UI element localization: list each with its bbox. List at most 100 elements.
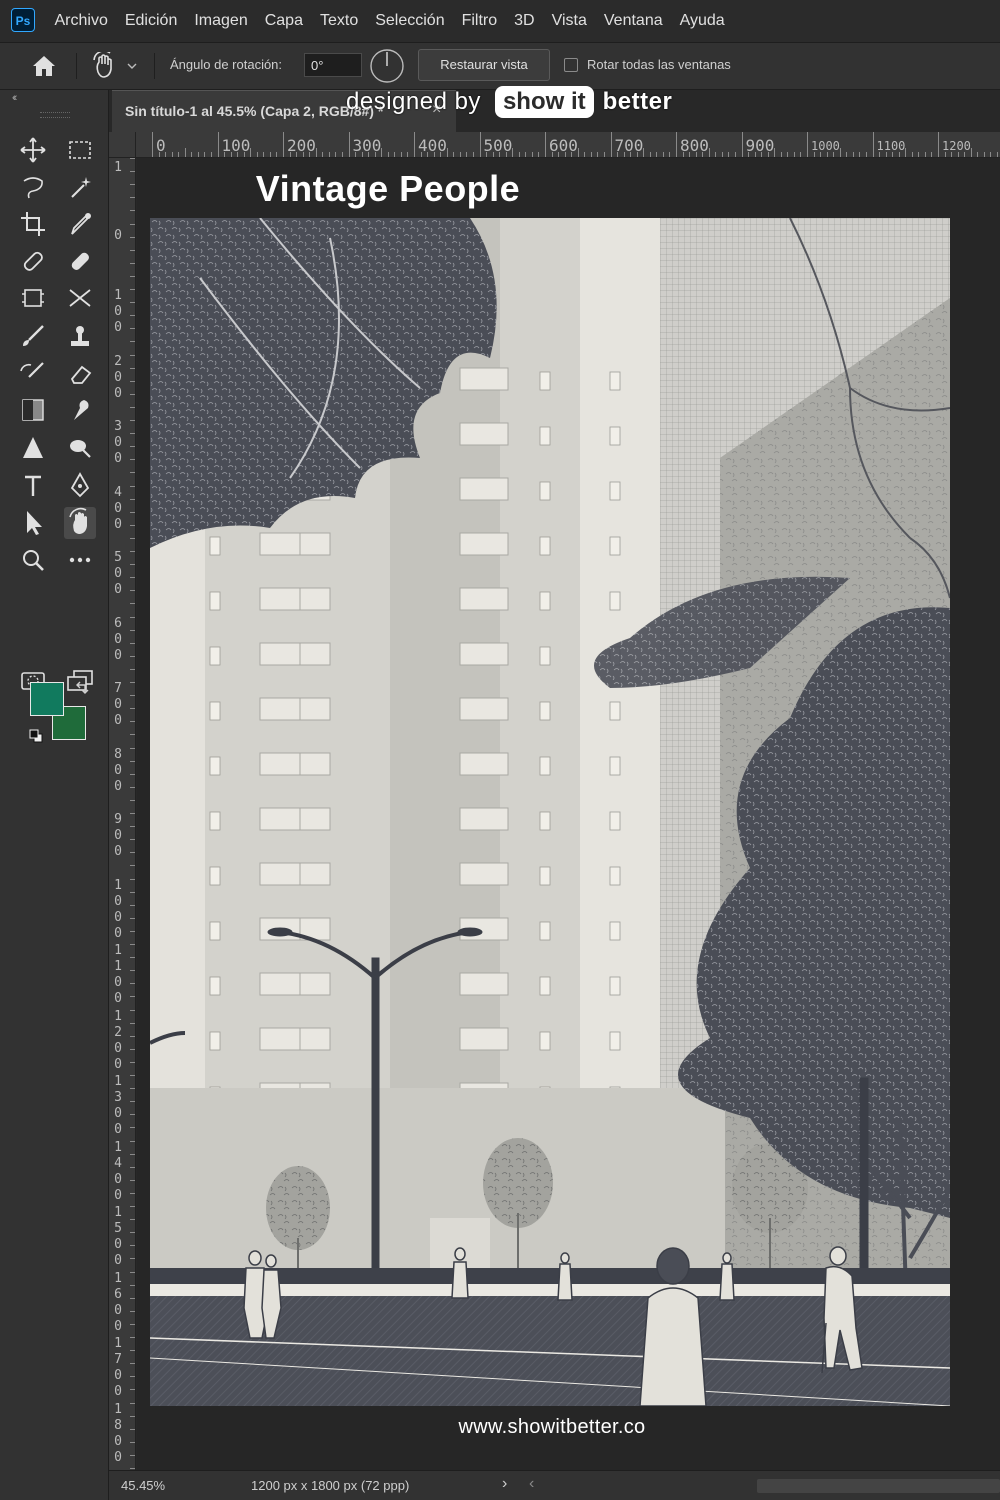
rotation-dial-icon[interactable]	[368, 47, 406, 85]
spot-healing-tool-icon[interactable]	[17, 245, 49, 277]
ruler-tick	[130, 1035, 135, 1037]
ruler-tick	[748, 152, 750, 157]
ruler-tick	[453, 152, 455, 157]
ruler-tick	[296, 152, 298, 157]
swap-colors-icon[interactable]	[74, 680, 90, 696]
ruler-tick	[623, 152, 625, 157]
zoom-tool-icon[interactable]	[17, 544, 49, 576]
checkbox-box[interactable]	[564, 57, 578, 72]
zoom-level[interactable]: 45.45%	[121, 1478, 165, 1493]
ruler-tick	[130, 734, 135, 736]
ruler-tick	[970, 148, 972, 157]
rotate-all-windows-checkbox[interactable]: Rotar todas las ventanas	[564, 57, 731, 72]
ruler-tick	[859, 152, 861, 157]
ruler-tick	[394, 152, 396, 157]
path-selection-tool-icon[interactable]	[17, 507, 49, 539]
balcony	[259, 862, 301, 886]
ruler-tick	[911, 152, 913, 157]
ruler-tick	[636, 152, 638, 157]
menu-item[interactable]: Imagen	[186, 0, 256, 42]
home-icon[interactable]	[31, 54, 57, 78]
ruler-tick	[210, 152, 212, 157]
eyedropper-tool-icon[interactable]	[64, 208, 96, 240]
horizontal-ruler[interactable]: 0 100 200 300 400 500 600 700 800 900 1000 1100 1200	[136, 132, 1000, 158]
pen-tool-icon[interactable]	[64, 470, 96, 502]
default-colors-icon[interactable]	[28, 728, 44, 744]
window	[209, 866, 221, 886]
balcony	[299, 807, 331, 831]
ruler-tick	[885, 152, 887, 157]
document-size[interactable]: 1200 px x 1800 px (72 ppp)	[251, 1478, 409, 1493]
ruler-tick	[130, 760, 135, 762]
collapse-panel-icon[interactable]: ‹‹	[12, 92, 18, 104]
ruler-tick	[643, 148, 645, 157]
frame-tool-icon[interactable]	[17, 282, 49, 314]
ruler-tick	[433, 152, 435, 157]
ruler-tick	[499, 152, 501, 157]
ruler-tick	[820, 152, 822, 157]
menu-item[interactable]: Vista	[543, 0, 595, 42]
more-tools-icon[interactable]	[64, 544, 96, 576]
balcony	[459, 422, 509, 446]
balcony	[459, 972, 509, 996]
ruler-tick	[130, 1245, 135, 1247]
crop-tool-icon[interactable]	[17, 208, 49, 240]
ruler-tick	[905, 148, 907, 157]
balcony	[459, 1027, 509, 1051]
ruler-tick	[130, 852, 135, 854]
ruler-tick	[472, 152, 474, 157]
history-brush-tool-icon[interactable]	[17, 357, 49, 389]
ruler-tick	[780, 152, 782, 157]
menu-item[interactable]: Filtro	[453, 0, 506, 42]
ruler-tick	[852, 152, 854, 157]
status-next-arrow[interactable]: ›	[502, 1475, 507, 1493]
menu-item[interactable]: 3D	[506, 0, 543, 42]
content-aware-move-tool-icon[interactable]	[64, 282, 96, 314]
status-prev-arrow[interactable]: ‹	[529, 1475, 534, 1493]
foreground-color-swatch[interactable]	[30, 682, 64, 716]
balcony	[299, 697, 331, 721]
reset-view-button[interactable]: Restaurar vista	[418, 49, 550, 81]
ruler-v-label: 7 0 0	[114, 681, 122, 728]
bandage-tool-icon[interactable]	[64, 245, 96, 277]
menu-item[interactable]: Ayuda	[671, 0, 733, 42]
clone-stamp-tool-icon[interactable]	[64, 320, 96, 352]
ruler-origin[interactable]	[109, 132, 136, 158]
sharpen-tool-icon[interactable]	[17, 432, 49, 464]
ruler-tick	[130, 1219, 135, 1221]
vertical-ruler[interactable]: 101 0 02 0 03 0 04 0 05 0 06 0 07 0 08 0…	[109, 158, 136, 1470]
brush-tool-icon[interactable]	[17, 320, 49, 352]
ruler-h-label: 1200	[942, 139, 971, 153]
dodge-tool-icon[interactable]	[64, 432, 96, 464]
panel-grip[interactable]	[40, 112, 70, 118]
type-tool-icon[interactable]	[17, 470, 49, 502]
menu-item[interactable]: Ventana	[595, 0, 671, 42]
ruler-tick	[767, 152, 769, 157]
menu-bar: Ps Archivo Edición Imagen Capa Texto Selecció…	[0, 0, 1000, 43]
ruler-tick	[951, 152, 953, 157]
ruler-tick	[130, 1166, 135, 1168]
rotate-view-tool-icon[interactable]	[64, 507, 96, 539]
balcony	[259, 697, 301, 721]
horizontal-scrollbar[interactable]	[757, 1479, 1000, 1493]
ruler-h-label: 100	[221, 136, 251, 155]
menu-item[interactable]: Selección	[367, 0, 453, 42]
rotation-angle-label: Ángulo de rotación:	[170, 57, 283, 72]
menu-item[interactable]: Edición	[116, 0, 185, 42]
rotation-angle-input[interactable]	[304, 53, 362, 77]
gradient-tool-icon[interactable]	[17, 394, 49, 426]
photoshop-logo[interactable]: Ps	[11, 8, 35, 32]
ruler-tick	[197, 152, 199, 157]
ruler-tick	[130, 158, 135, 159]
ruler-tick	[130, 210, 135, 212]
ruler-tick	[479, 132, 481, 157]
ruler-tick	[924, 152, 926, 157]
smudge-tool-icon[interactable]	[64, 394, 96, 426]
eraser-tool-icon[interactable]	[64, 357, 96, 389]
menu-item[interactable]: Capa	[256, 0, 311, 42]
menu-item[interactable]: Texto	[311, 0, 366, 42]
marquee-tool-icon[interactable]	[64, 134, 96, 166]
menu-item[interactable]: Archivo	[46, 0, 116, 42]
move-tool-icon[interactable]	[17, 134, 49, 166]
rotate-view-preset-icon[interactable]	[90, 52, 146, 80]
